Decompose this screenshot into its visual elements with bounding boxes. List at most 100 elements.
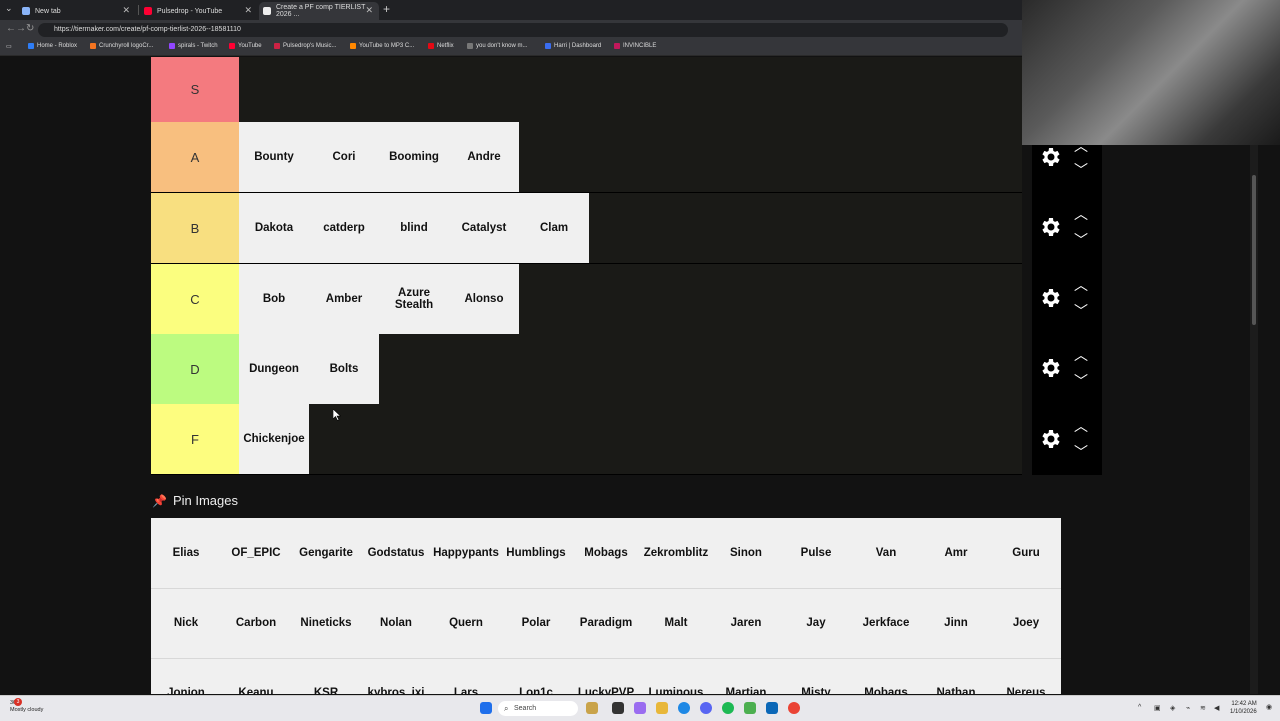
page-scrollbar[interactable] bbox=[1250, 145, 1258, 694]
pool-item[interactable]: Malt bbox=[641, 588, 711, 658]
windows-start-icon[interactable] bbox=[480, 702, 492, 714]
pool-item[interactable]: Jaren bbox=[711, 588, 781, 658]
tray-app-icon[interactable]: ▣ bbox=[1154, 704, 1161, 712]
move-up-chevron-icon[interactable]: ︿ bbox=[1074, 419, 1088, 433]
new-tab-plus-icon[interactable]: + bbox=[383, 2, 390, 16]
pool-item[interactable]: OF_EPIC bbox=[221, 518, 291, 588]
bookmark-harri[interactable]: Harri | Dashboard bbox=[545, 43, 601, 49]
pool-item[interactable]: Nineticks bbox=[291, 588, 361, 658]
reload-icon[interactable]: ↻ bbox=[26, 23, 34, 34]
pool-item[interactable]: Quern bbox=[431, 588, 501, 658]
pool-item[interactable]: Carbon bbox=[221, 588, 291, 658]
chrome-icon[interactable] bbox=[788, 702, 800, 714]
tray-app-icon[interactable]: ◈ bbox=[1170, 704, 1175, 712]
scrollbar-thumb[interactable] bbox=[1252, 175, 1256, 325]
store-icon[interactable] bbox=[766, 702, 778, 714]
pool-item[interactable]: Gengarite bbox=[291, 518, 361, 588]
file-explorer-icon[interactable] bbox=[656, 702, 668, 714]
move-up-chevron-icon[interactable]: ︿ bbox=[1074, 348, 1088, 362]
bookmark-invincible[interactable]: INVINCIBLE bbox=[614, 43, 656, 49]
tier-label[interactable]: B bbox=[151, 193, 239, 263]
move-up-chevron-icon[interactable]: ︿ bbox=[1074, 139, 1088, 153]
pool-item[interactable]: Nathan bbox=[921, 658, 991, 694]
pool-item[interactable]: LuckyPVP bbox=[571, 658, 641, 694]
apps-grid-icon[interactable]: ▭ bbox=[6, 43, 12, 50]
pool-item[interactable]: Jerkface bbox=[851, 588, 921, 658]
task-view-icon[interactable] bbox=[612, 702, 624, 714]
tier-item[interactable]: Alonso bbox=[449, 264, 519, 334]
pool-item[interactable]: Sinon bbox=[711, 518, 781, 588]
move-down-chevron-icon[interactable]: ﹀ bbox=[1074, 163, 1088, 177]
edge-browser-icon[interactable] bbox=[678, 702, 690, 714]
bookmark-netflix[interactable]: Netflix bbox=[428, 43, 454, 49]
tier-item[interactable]: Bounty bbox=[239, 122, 309, 192]
tier-item[interactable]: Dungeon bbox=[239, 334, 309, 404]
pool-item[interactable]: Mobags bbox=[571, 518, 641, 588]
gear-icon[interactable] bbox=[1038, 286, 1062, 310]
tier-label[interactable]: S bbox=[151, 57, 239, 122]
app-icon[interactable] bbox=[634, 702, 646, 714]
discord-icon[interactable] bbox=[700, 702, 712, 714]
move-up-chevron-icon[interactable]: ︿ bbox=[1074, 207, 1088, 221]
pool-item[interactable]: Guru bbox=[991, 518, 1061, 588]
pool-item[interactable]: Paradigm bbox=[571, 588, 641, 658]
gear-icon[interactable] bbox=[1038, 145, 1062, 169]
pool-item[interactable]: Zekromblitz bbox=[641, 518, 711, 588]
pool-item[interactable]: Luminous bbox=[641, 658, 711, 694]
pool-item[interactable]: Misty bbox=[781, 658, 851, 694]
pool-item[interactable]: Jay bbox=[781, 588, 851, 658]
gear-icon[interactable] bbox=[1038, 356, 1062, 380]
pool-item[interactable]: Lars bbox=[431, 658, 501, 694]
move-up-chevron-icon[interactable]: ︿ bbox=[1074, 278, 1088, 292]
bookmark-pulsedrop-music[interactable]: Pulsedrop's Music... bbox=[274, 43, 337, 49]
pool-item[interactable]: Amr bbox=[921, 518, 991, 588]
pool-item[interactable]: kybros_ixi bbox=[361, 658, 431, 694]
bookmark-you-dont-know[interactable]: you don't know m... bbox=[467, 43, 528, 49]
pool-item[interactable]: Happypants bbox=[431, 518, 501, 588]
forward-arrow-icon[interactable]: → bbox=[16, 23, 26, 34]
move-down-chevron-icon[interactable]: ﹀ bbox=[1074, 233, 1088, 247]
tier-item[interactable]: Amber bbox=[309, 264, 379, 334]
volume-icon[interactable]: ◀ bbox=[1214, 704, 1219, 712]
tier-label[interactable]: D bbox=[151, 334, 239, 404]
taskbar-clock[interactable]: 12:42 AM 1/10/2026 bbox=[1230, 700, 1257, 716]
bookmark-youtube[interactable]: YouTube bbox=[229, 43, 262, 49]
pool-item[interactable]: Humblings bbox=[501, 518, 571, 588]
back-arrow-icon[interactable]: ← bbox=[6, 23, 16, 34]
tier-item[interactable]: Dakota bbox=[239, 193, 309, 263]
pool-item[interactable]: Keanu bbox=[221, 658, 291, 694]
pool-item[interactable]: Joey bbox=[991, 588, 1061, 658]
tier-item[interactable]: Azure Stealth bbox=[379, 264, 449, 334]
tier-item[interactable]: Cori bbox=[309, 122, 379, 192]
tier-item[interactable]: Catalyst bbox=[449, 193, 519, 263]
tab-youtube[interactable]: Pulsedrop - YouTube ✕ bbox=[140, 2, 258, 20]
pool-item[interactable]: Jinn bbox=[921, 588, 991, 658]
pool-item[interactable]: Martian bbox=[711, 658, 781, 694]
bookmark-twitch[interactable]: spirals - Twitch bbox=[169, 43, 218, 49]
notification-center-icon[interactable]: ◉ bbox=[1266, 703, 1272, 711]
pool-item[interactable]: Jonion bbox=[151, 658, 221, 694]
tier-label[interactable]: F bbox=[151, 404, 239, 474]
widgets-icon[interactable] bbox=[586, 702, 598, 714]
tier-item[interactable]: blind bbox=[379, 193, 449, 263]
tier-label[interactable]: A bbox=[151, 122, 239, 192]
taskbar-search-input[interactable]: Search bbox=[498, 701, 578, 716]
tier-item[interactable]: Andre bbox=[449, 122, 519, 192]
tier-label[interactable]: C bbox=[151, 264, 239, 334]
bookmark-youtube-mp3[interactable]: YouTube to MP3 C... bbox=[350, 43, 414, 49]
pool-item[interactable]: Polar bbox=[501, 588, 571, 658]
move-down-chevron-icon[interactable]: ﹀ bbox=[1074, 445, 1088, 459]
tier-item[interactable]: Bolts bbox=[309, 334, 379, 404]
move-down-chevron-icon[interactable]: ﹀ bbox=[1074, 304, 1088, 318]
close-tab-icon[interactable]: ✕ bbox=[244, 5, 252, 16]
pool-item[interactable]: Nolan bbox=[361, 588, 431, 658]
pool-item[interactable]: Godstatus bbox=[361, 518, 431, 588]
close-tab-icon[interactable]: ✕ bbox=[365, 5, 373, 16]
pin-images-header[interactable]: 📌 Pin Images bbox=[152, 493, 238, 508]
bookmark-roblox[interactable]: Home - Roblox bbox=[28, 43, 77, 49]
tier-item[interactable]: Booming bbox=[379, 122, 449, 192]
tier-item[interactable]: Bob bbox=[239, 264, 309, 334]
tier-item[interactable]: Clam bbox=[519, 193, 589, 263]
gear-icon[interactable] bbox=[1038, 427, 1062, 451]
tab-list-chevron-icon[interactable]: ⌄ bbox=[5, 3, 13, 14]
